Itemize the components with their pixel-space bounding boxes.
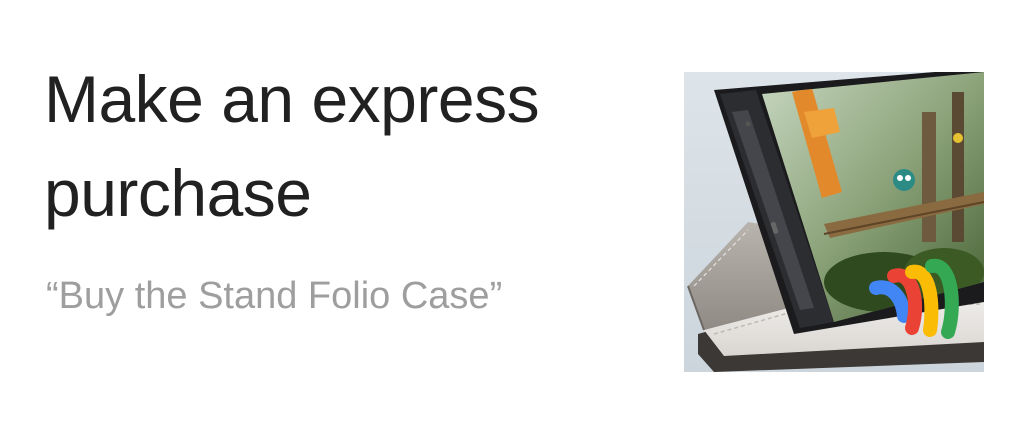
example-voice-query: “Buy the Stand Folio Case” — [46, 275, 503, 317]
headline-line-2: purchase — [44, 156, 312, 230]
headline-line-1: Make an express — [44, 62, 540, 136]
headline: Make an express purchase — [44, 52, 644, 240]
product-image — [684, 72, 984, 372]
express-purchase-card: Make an express purchase “Buy the Stand … — [0, 0, 1032, 444]
